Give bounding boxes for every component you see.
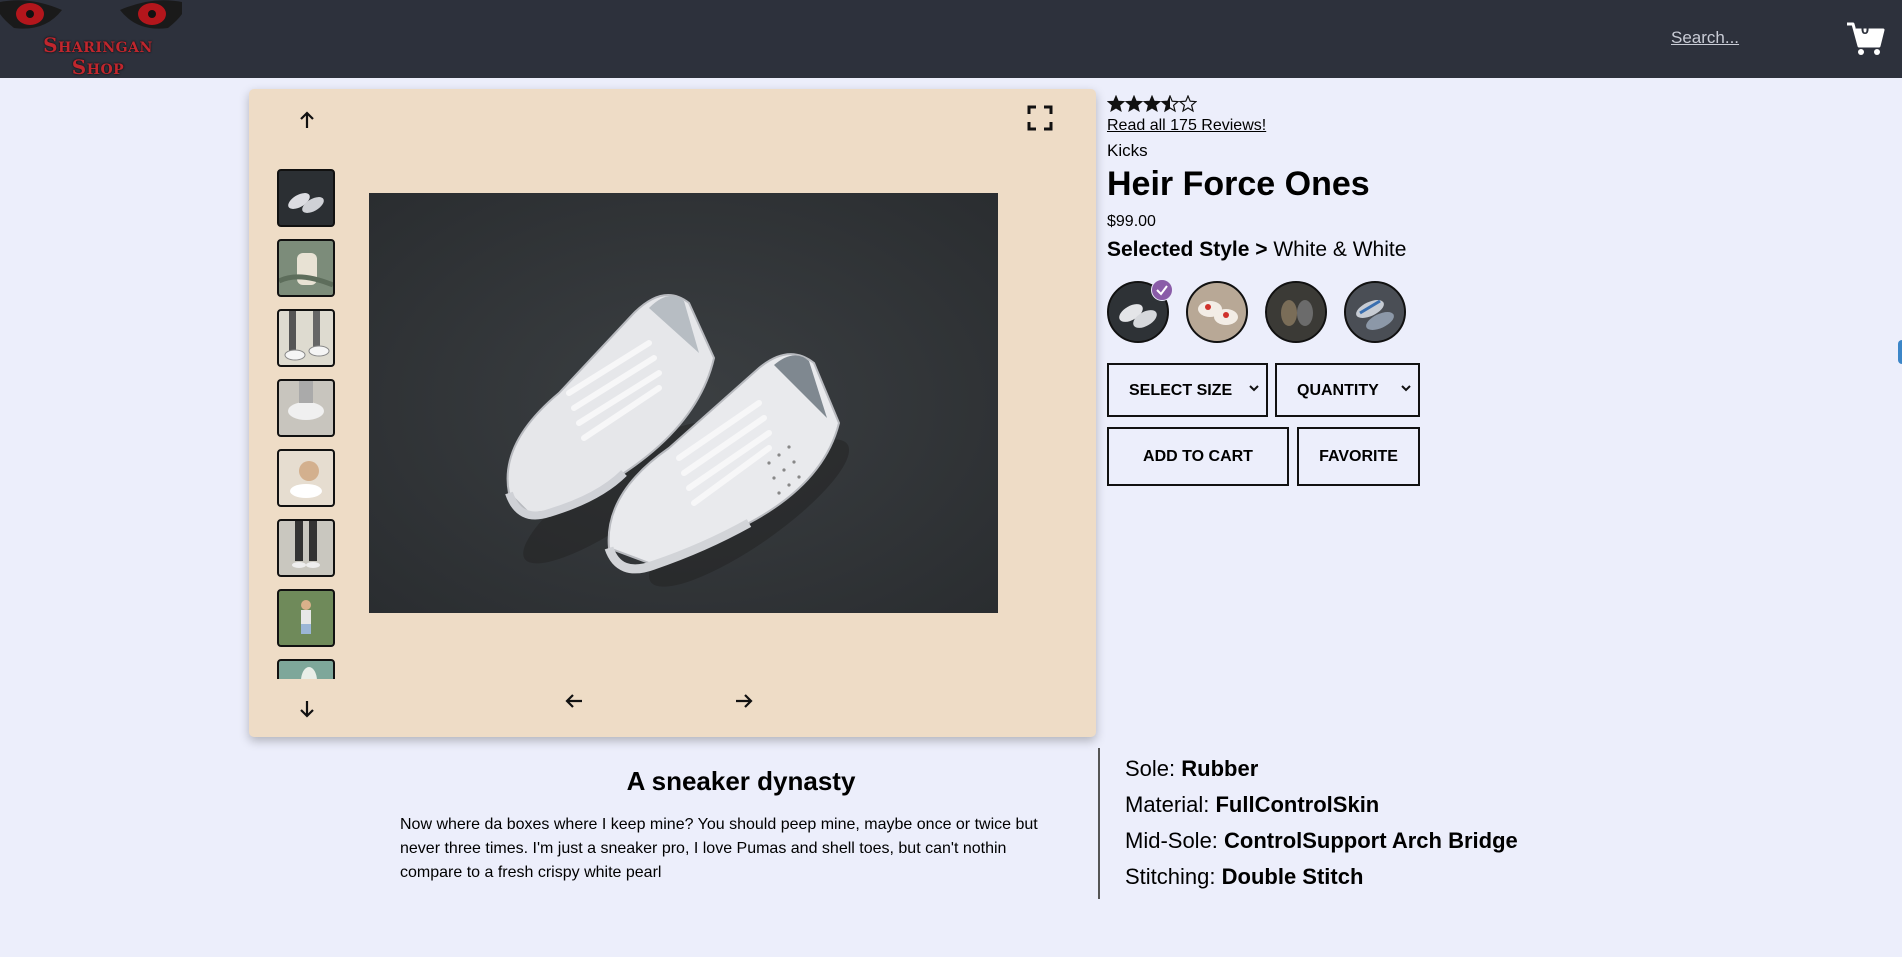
selected-style-value: White & White <box>1273 238 1407 261</box>
feature-key: Sole: <box>1125 756 1176 781</box>
thumbnail-4[interactable] <box>277 379 335 437</box>
thumbnail-6[interactable] <box>277 519 335 577</box>
logo-text-line1: Sharingan <box>43 33 153 57</box>
description-title: A sneaker dynasty <box>626 766 856 796</box>
thumbnail-8[interactable] <box>277 659 335 679</box>
style-thumbnail-2[interactable] <box>1186 281 1248 343</box>
thumbnail-2[interactable] <box>277 239 335 297</box>
feature-key: Material: <box>1125 792 1210 817</box>
feature-value: FullControlSkin <box>1215 792 1380 817</box>
cart-count: 0 <box>1860 21 1870 38</box>
feature-item: Stitching: Double Stitch <box>1125 864 1363 890</box>
quantity-select-label: QUANTITY <box>1297 382 1379 399</box>
side-scroll-tab[interactable] <box>1898 340 1902 364</box>
arrow-down-icon[interactable] <box>298 699 316 719</box>
style-thumbnail-4[interactable] <box>1344 281 1406 343</box>
chevron-down-icon <box>1401 385 1411 392</box>
expand-icon[interactable] <box>1027 105 1053 131</box>
sharingan-eyes-icon <box>0 0 182 29</box>
size-select[interactable]: SELECT SIZE <box>1107 363 1268 417</box>
chevron-down-icon <box>1249 385 1259 392</box>
feature-value: ControlSupport Arch Bridge <box>1224 828 1518 853</box>
selected-check-icon <box>1151 279 1173 301</box>
arrow-right-icon[interactable] <box>735 693 753 709</box>
description-body: Now where da boxes where I keep mine? Yo… <box>400 816 1038 881</box>
feature-item: Mid-Sole: ControlSupport Arch Bridge <box>1125 828 1518 854</box>
main-product-image[interactable] <box>369 193 998 613</box>
selected-style: Selected Style > White & White <box>1107 238 1406 262</box>
style-thumbnail-3[interactable] <box>1265 281 1327 343</box>
feature-value: Double Stitch <box>1221 864 1364 889</box>
product-name: Heir Force Ones <box>1107 165 1370 203</box>
feature-key: Stitching: <box>1125 864 1216 889</box>
feature-value: Rubber <box>1181 756 1259 781</box>
quantity-select[interactable]: QUANTITY <box>1275 363 1420 417</box>
thumbnail-list <box>277 169 343 679</box>
selected-style-label: Selected Style > <box>1107 238 1268 261</box>
arrow-left-icon[interactable] <box>565 693 583 709</box>
section-divider <box>1098 748 1100 899</box>
logo[interactable]: Sharingan Shop <box>0 0 190 78</box>
thumbnail-3[interactable] <box>277 309 335 367</box>
favorite-button[interactable]: FAVORITE <box>1297 427 1420 486</box>
size-select-label: SELECT SIZE <box>1129 382 1233 399</box>
read-reviews-link[interactable]: Read all 175 Reviews! <box>1107 117 1266 135</box>
image-gallery <box>249 89 1096 737</box>
thumbnail-1[interactable] <box>277 169 335 227</box>
star-rating <box>1107 95 1197 112</box>
feature-key: Mid-Sole: <box>1125 828 1218 853</box>
thumbnail-7[interactable] <box>277 589 335 647</box>
feature-item: Material: FullControlSkin <box>1125 792 1379 818</box>
logo-text-line2: Shop <box>71 55 125 79</box>
product-category: Kicks <box>1107 141 1148 160</box>
thumbnail-5[interactable] <box>277 449 335 507</box>
top-navbar: Sharingan Shop Search... 0 <box>0 0 1902 78</box>
product-price: $99.00 <box>1107 213 1156 230</box>
search-input[interactable]: Search... <box>1671 28 1739 48</box>
feature-item: Sole: Rubber <box>1125 756 1258 782</box>
arrow-up-icon[interactable] <box>298 110 316 130</box>
add-to-cart-button[interactable]: ADD TO CART <box>1107 427 1289 486</box>
